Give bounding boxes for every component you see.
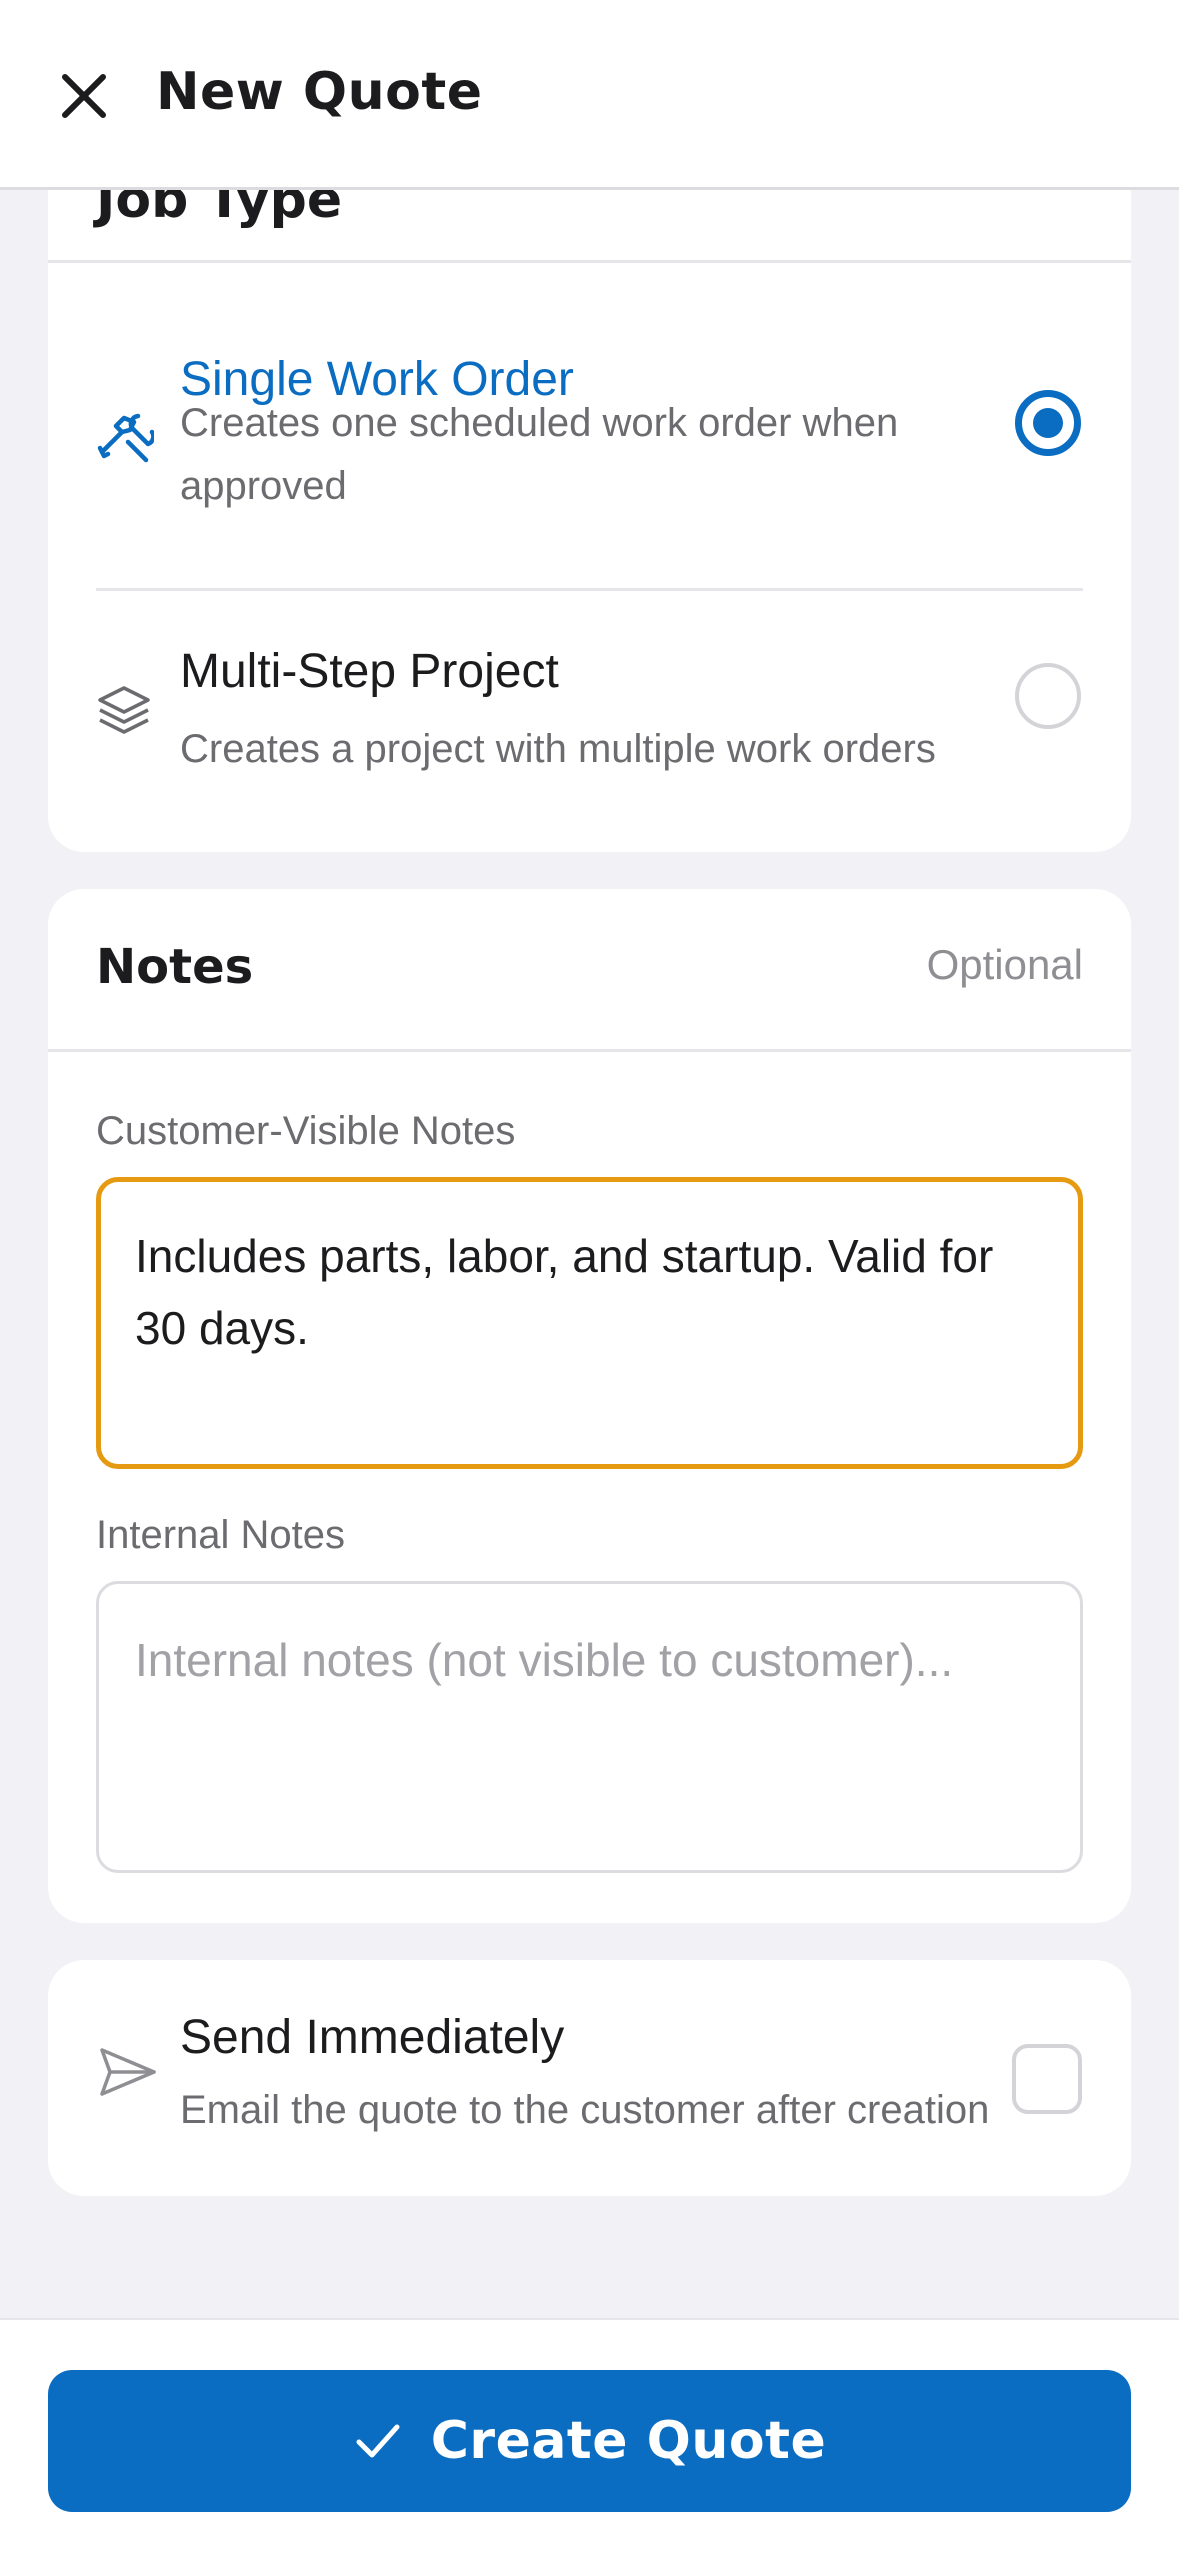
- notes-title: Notes: [96, 939, 254, 995]
- option-description: Creates one scheduled work order when ap…: [180, 401, 899, 508]
- option-description: Creates a project with multiple work ord…: [180, 727, 936, 771]
- send-immediately-title: Send Immediately: [180, 2011, 565, 2064]
- customer-notes-label: Customer-Visible Notes: [96, 1109, 516, 1153]
- send-immediately-card[interactable]: Send Immediately Email the quote to the …: [48, 1960, 1131, 2196]
- send-icon: [100, 2048, 156, 2096]
- bottom-action-bar: Create Quote: [0, 2318, 1179, 2556]
- layers-icon: [98, 686, 150, 734]
- app-header: New Quote: [0, 0, 1179, 190]
- close-button[interactable]: [48, 60, 120, 132]
- divider: [48, 1049, 1131, 1052]
- internal-notes-label: Internal Notes: [96, 1513, 346, 1557]
- divider: [96, 588, 1083, 591]
- divider: [48, 260, 1131, 263]
- notes-card: Notes Optional Customer-Visible Notes In…: [48, 889, 1131, 1923]
- page-title: New Quote: [156, 62, 483, 122]
- tools-icon: [97, 413, 154, 463]
- close-icon: [62, 74, 106, 118]
- internal-notes-input[interactable]: [96, 1581, 1083, 1873]
- option-title: Multi-Step Project: [180, 645, 559, 698]
- customer-notes-input[interactable]: Includes parts, labor, and startup. Vali…: [96, 1177, 1083, 1469]
- send-immediately-checkbox[interactable]: [1012, 2044, 1082, 2114]
- optional-label: Optional: [926, 941, 1083, 988]
- send-immediately-description: Email the quote to the customer after cr…: [180, 2088, 990, 2132]
- new-quote-screen: New Quote Job Type Single Work Order Cre…: [0, 0, 1179, 2556]
- create-quote-button[interactable]: Create Quote: [48, 2370, 1131, 2512]
- radio-unselected[interactable]: [1015, 663, 1081, 729]
- create-quote-label: Create Quote: [430, 2411, 827, 2471]
- checkmark-icon: [356, 2424, 400, 2458]
- job-type-card: Job Type Single Work Order Creates one s…: [48, 140, 1131, 852]
- radio-selected[interactable]: [1015, 390, 1081, 456]
